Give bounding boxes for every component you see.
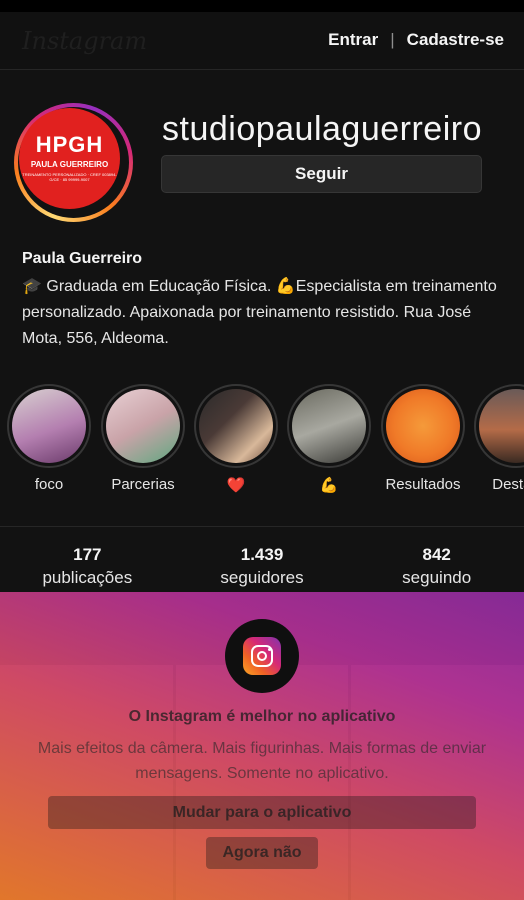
- highlight-label: Destaq: [492, 476, 524, 493]
- highlight-label: ❤️: [226, 477, 246, 494]
- highlight-item[interactable]: Parcerias: [101, 384, 185, 493]
- status-bar: [0, 0, 524, 12]
- stat-posts: 177 publicações: [42, 545, 133, 587]
- profile-username: studiopaulaguerreiro: [162, 110, 482, 148]
- highlight-item[interactable]: foco: [7, 384, 91, 493]
- highlight-item[interactable]: 💪: [287, 384, 371, 494]
- avatar: HPGH PAULA GUERREIRO TREINAMENTO PERSONA…: [19, 108, 120, 209]
- instagram-app-icon: [243, 637, 281, 675]
- highlight-label: foco: [34, 476, 64, 493]
- avatar-brand-name: PAULA GUERREIRO: [30, 160, 109, 169]
- top-nav: Entrar | Cadastre-se: [328, 30, 504, 50]
- profile-stats: 177 publicações 1.439 seguidores 842 seg…: [0, 545, 524, 588]
- avatar-brand-sub: TREINAMENTO PERSONALIZADO · CREF 003894-…: [22, 172, 117, 182]
- highlight-item[interactable]: Destaq: [474, 384, 524, 493]
- stat-followers[interactable]: 1.439 seguidores: [175, 545, 350, 588]
- not-now-button[interactable]: Agora não: [206, 837, 318, 869]
- avatar-story-ring[interactable]: HPGH PAULA GUERREIRO TREINAMENTO PERSONA…: [14, 103, 133, 222]
- promo-title: O Instagram é melhor no aplicativo: [128, 708, 396, 725]
- highlight-label: Resultados: [385, 476, 461, 493]
- login-link[interactable]: Entrar: [328, 30, 378, 50]
- avatar-monogram: HPGH: [35, 132, 104, 157]
- highlight-label: 💪: [319, 477, 339, 494]
- stat-following[interactable]: 842 seguindo: [349, 545, 524, 588]
- follow-button[interactable]: Seguir: [161, 155, 482, 193]
- story-highlights: foco Parcerias ❤️ 💪 Resultados Destaq: [0, 384, 524, 499]
- switch-to-app-button[interactable]: Mudar para o aplicativo: [48, 796, 476, 829]
- highlight-item[interactable]: ❤️: [194, 384, 278, 494]
- profile-full-name: Paula Guerreiro: [22, 250, 143, 267]
- instagram-logo: Instagram: [22, 27, 148, 55]
- divider: [0, 526, 524, 527]
- nav-separator: |: [390, 30, 395, 49]
- signup-link[interactable]: Cadastre-se: [407, 30, 504, 50]
- promo-text: Mais efeitos da câmera. Mais figurinhas.…: [37, 740, 487, 782]
- profile-bio: 🎓 Graduada em Educação Física. 💪Especial…: [22, 278, 497, 347]
- highlight-item[interactable]: Resultados: [381, 384, 465, 493]
- highlight-label: Parcerias: [111, 476, 175, 493]
- top-bar: Instagram Entrar | Cadastre-se: [0, 12, 524, 70]
